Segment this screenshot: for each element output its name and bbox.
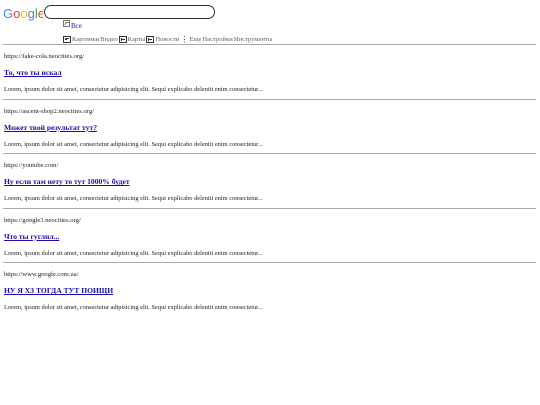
result-url: https://fake-cola.neocities.org/ xyxy=(4,53,85,60)
tab-images[interactable]: Картинки xyxy=(63,36,99,43)
tab-settings[interactable]: Настройки xyxy=(202,36,232,43)
logo-letter: o xyxy=(13,6,20,21)
tab-news[interactable]: Новости xyxy=(146,36,179,43)
map-icon xyxy=(118,36,127,43)
result-snippet: Lorem, ipsum dolor sit amet, consectetur… xyxy=(4,86,263,93)
result-snippet: Lorem, ipsum dolor sit amet, consectetur… xyxy=(4,195,263,203)
logo-letter: e xyxy=(38,6,43,21)
tab-news-label: Новости xyxy=(155,36,180,43)
result-title-link[interactable]: НУ Я ХЗ ТОГДА ТУТ ПОИЩИ xyxy=(4,286,113,295)
tab-images-label: Картинки xyxy=(72,36,100,43)
tab-maps-label: Карты xyxy=(127,36,146,43)
search-result: https://www.google.com.ua/ НУ Я ХЗ ТОГДА… xyxy=(0,262,540,317)
result-divider xyxy=(3,262,536,264)
tab-settings-label: Настройки xyxy=(202,36,233,43)
tab-all-label: Все xyxy=(71,22,82,30)
logo-letter: g xyxy=(28,6,35,21)
result-url: https://www.google.com.ua/ xyxy=(4,271,79,279)
image-icon xyxy=(63,36,71,43)
google-logo-image: Google xyxy=(3,6,43,21)
tab-tools-label: Инструменты xyxy=(233,36,273,43)
tab-tools[interactable]: Инструменты xyxy=(234,36,273,43)
search-result: https://fake-cola.neocities.org/ То, что… xyxy=(0,44,540,99)
result-divider xyxy=(3,98,536,100)
svg-text:Google: Google xyxy=(3,6,43,21)
result-title-link[interactable]: Может твой результат тут? xyxy=(4,123,97,132)
result-url: https://ascent-shop2.neocities.org/ xyxy=(4,107,94,115)
logo-letter: o xyxy=(20,6,27,21)
search-tabs: Картинки Видео Карты Новости ⋮ Еще Настр… xyxy=(63,31,273,44)
result-divider xyxy=(3,153,536,155)
search-result: https://youtube.com/ Ну если там нету то… xyxy=(0,153,540,208)
tab-more[interactable]: ⋮ Еще xyxy=(180,35,202,44)
search-result: https://google3.neocities.org/ Что ты гу… xyxy=(0,207,540,263)
tab-maps[interactable]: Карты xyxy=(118,36,146,43)
result-url: https://google3.neocities.org/ xyxy=(4,216,81,224)
broken-image-icon xyxy=(63,19,70,27)
result-url: https://youtube.com/ xyxy=(4,162,59,170)
search-input[interactable] xyxy=(44,5,215,19)
search-result: https://ascent-shop2.neocities.org/ Може… xyxy=(0,98,540,154)
logo-letter: G xyxy=(3,6,13,21)
more-vert-icon: ⋮ xyxy=(180,35,189,44)
result-snippet: Lorem, ipsum dolor sit amet, consectetur… xyxy=(4,140,263,148)
tab-video-label: Видео xyxy=(100,36,118,43)
result-divider xyxy=(3,44,536,45)
search-results: https://fake-cola.neocities.org/ То, что… xyxy=(0,44,540,317)
tab-video[interactable]: Видео xyxy=(100,36,118,43)
result-title-link[interactable]: То, что ты искал xyxy=(4,68,62,77)
google-logo[interactable]: Google xyxy=(3,5,43,21)
tab-more-label: Еще xyxy=(189,36,202,43)
result-divider xyxy=(3,207,536,209)
result-title-link[interactable]: Что ты гуглил... xyxy=(4,232,59,241)
news-icon xyxy=(146,36,155,43)
result-snippet: Lorem, ipsum dolor sit amet, consectetur… xyxy=(4,249,263,257)
result-snippet: Lorem, ipsum dolor sit amet, consectetur… xyxy=(4,304,263,312)
result-title-link[interactable]: Ну если там нету то тут 1000% будет xyxy=(4,177,130,186)
